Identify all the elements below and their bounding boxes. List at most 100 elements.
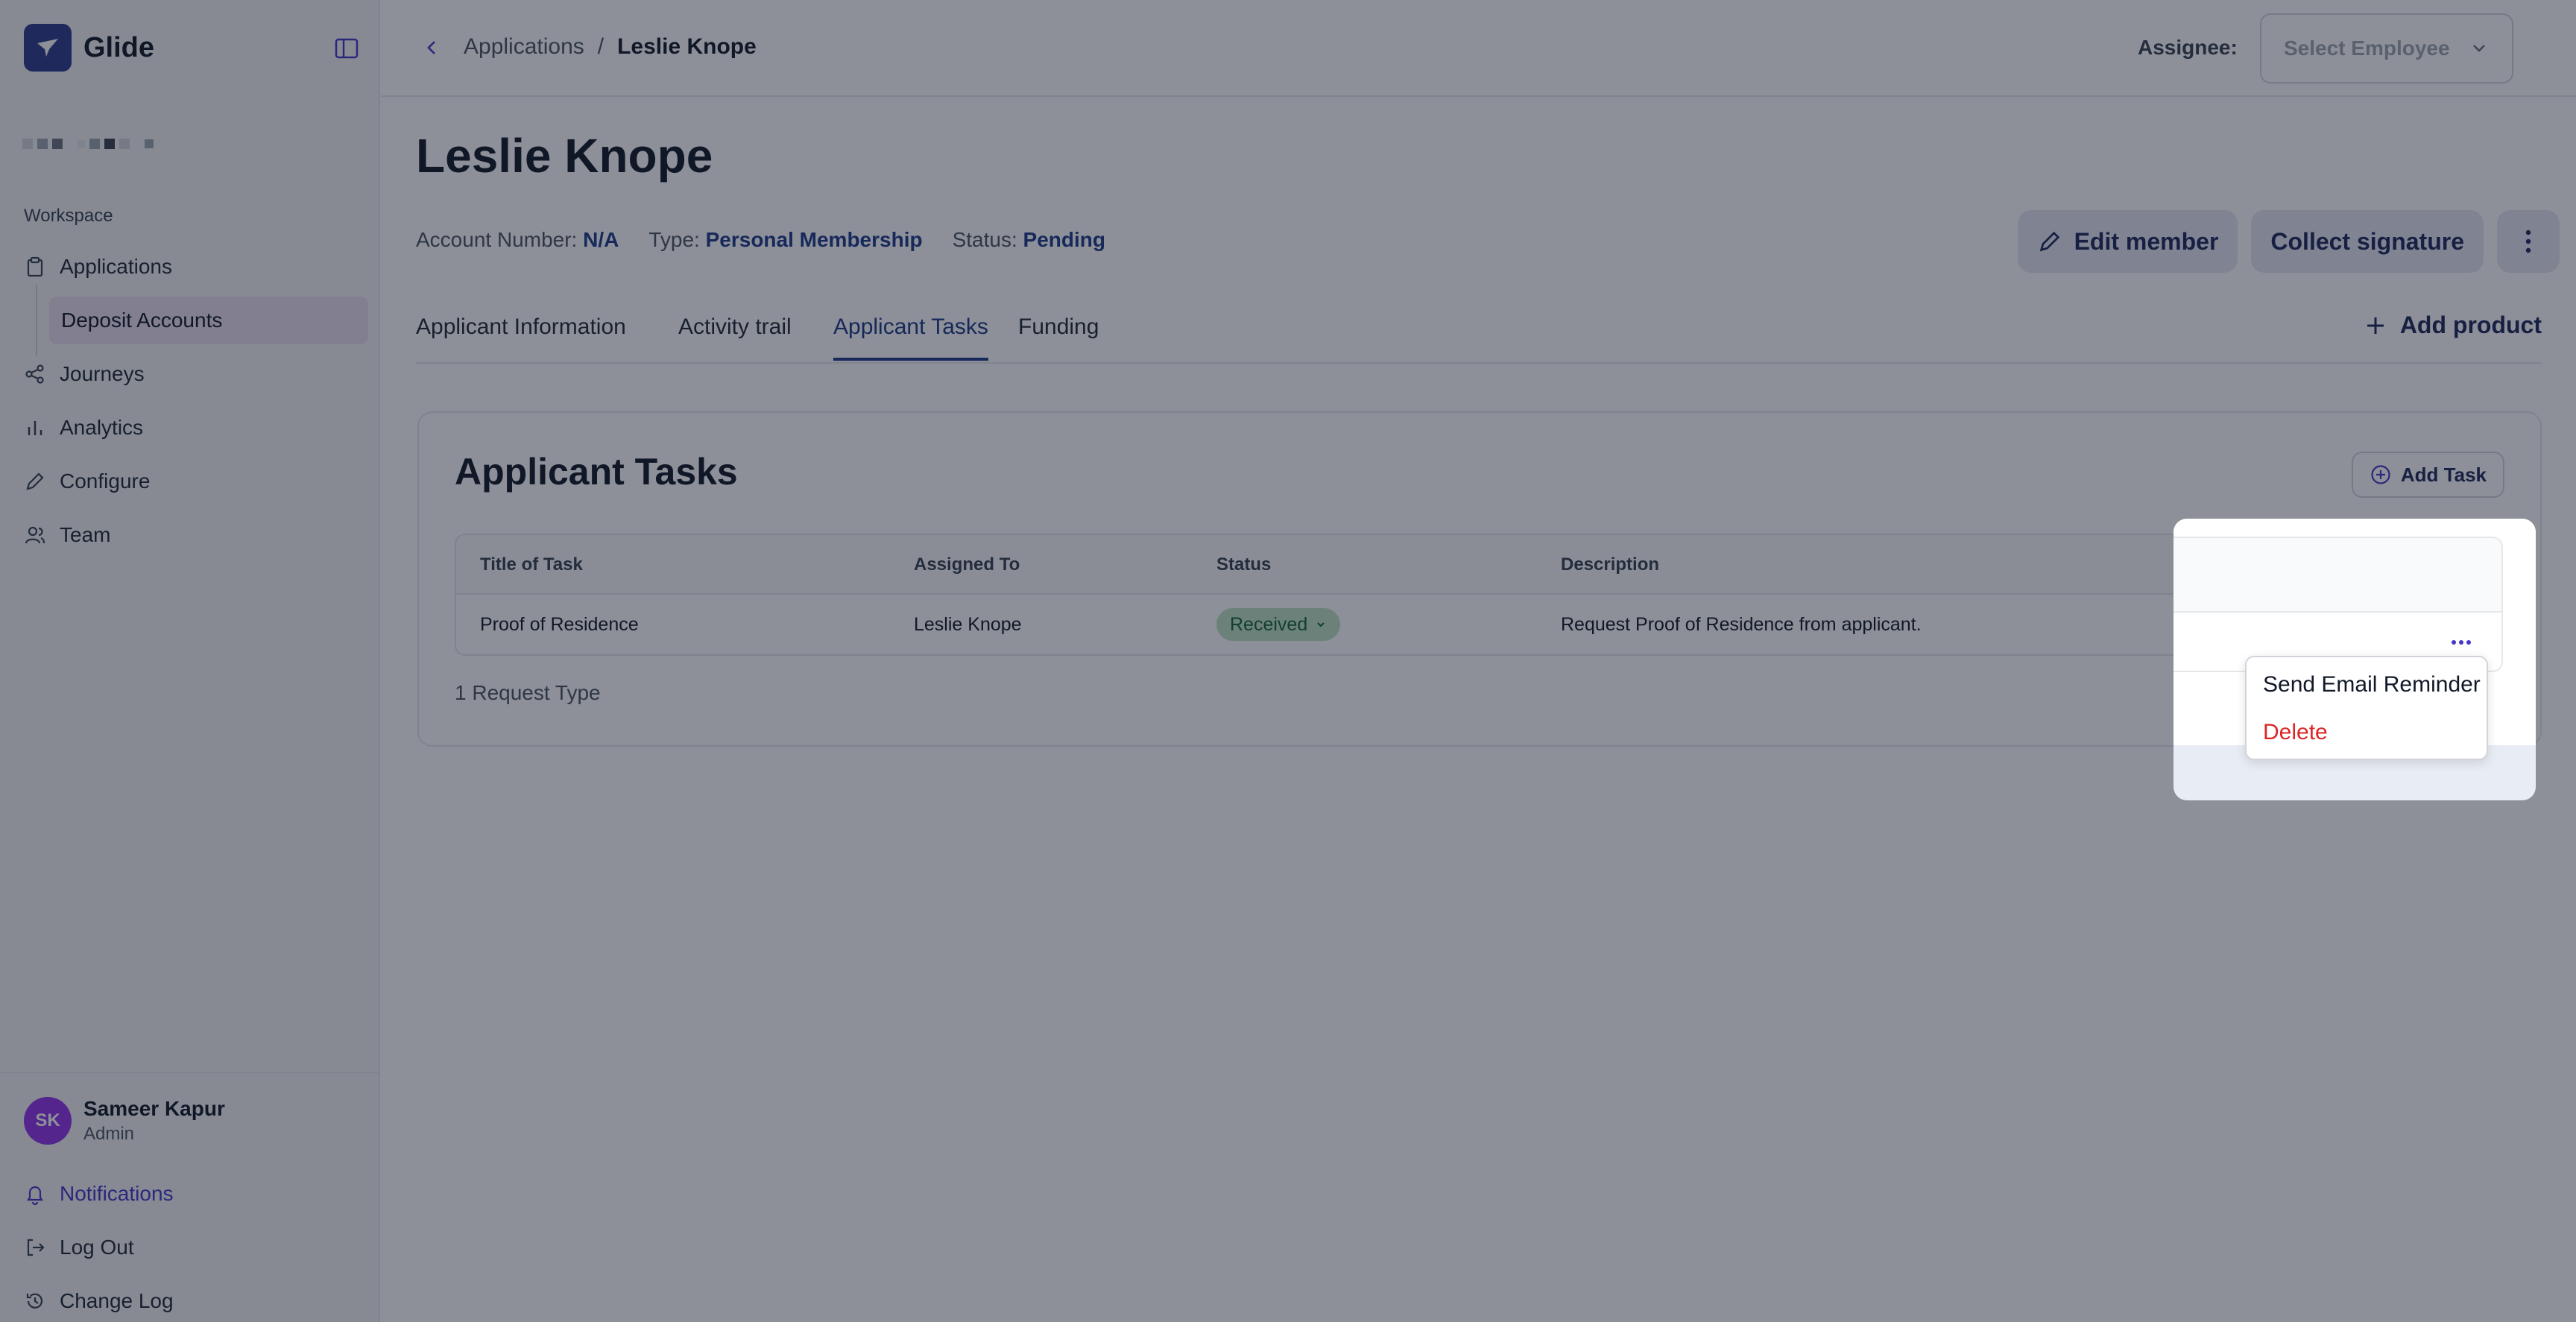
collect-signature-button[interactable]: Collect signature — [2251, 210, 2484, 273]
breadcrumb: Applications / Leslie Knope — [464, 34, 757, 60]
collect-signature-label: Collect signature — [2270, 227, 2464, 255]
workspace-label: Workspace — [24, 206, 113, 226]
sidebar-nav: Applications Deposit Accounts Journeys A… — [0, 240, 380, 562]
card-title: Applicant Tasks — [455, 451, 738, 493]
breadcrumb-separator: / — [597, 34, 604, 59]
add-task-button[interactable]: Add Task — [2351, 452, 2504, 498]
user-name: Sameer Kapur — [83, 1097, 225, 1120]
sidebar: Glide Workspace Applications Deposit Acc… — [0, 0, 380, 1322]
sidebar-item-label: Journeys — [60, 362, 145, 385]
column-header-status: Status — [1216, 554, 1272, 575]
sidebar-item-label: Analytics — [60, 416, 144, 439]
sidebar-item-label: Team — [60, 523, 111, 546]
member-type: Type: Personal Membership — [648, 228, 922, 252]
task-title: Proof of Residence — [480, 614, 639, 635]
sidebar-item-logout[interactable]: Log Out — [0, 1221, 380, 1274]
send-email-reminder-menu-item[interactable]: Send Email Reminder — [2263, 672, 2481, 698]
sidebar-item-configure[interactable]: Configure — [0, 455, 380, 508]
sidebar-item-label: Applications — [60, 255, 172, 278]
back-chevron-icon[interactable] — [419, 34, 446, 61]
edit-member-button[interactable]: Edit member — [2017, 210, 2238, 273]
logout-icon — [27, 1239, 45, 1256]
bell-icon — [26, 1186, 44, 1205]
sidebar-footer: SK Sameer Kapur Admin Notifications Log … — [0, 1072, 380, 1312]
top-bar: Applications / Leslie Knope Assignee: Se… — [382, 0, 2576, 97]
share-icon — [25, 364, 44, 384]
status-badge-label: Received — [1230, 613, 1308, 635]
subnav-line — [36, 285, 37, 356]
tabs: Applicant Information Activity trail App… — [416, 298, 2542, 364]
pencil-icon — [26, 472, 44, 490]
member-type-label: Type: — [648, 228, 700, 251]
row-actions-button[interactable] — [2446, 627, 2476, 657]
clipboard-icon — [27, 256, 43, 277]
sidebar-subnav: Deposit Accounts — [0, 285, 380, 356]
member-type-value: Personal Membership — [705, 228, 923, 251]
tab-applicant-tasks[interactable]: Applicant Tasks — [833, 314, 988, 361]
sidebar-item-journeys[interactable]: Journeys — [0, 347, 380, 401]
account-number-label: Account Number: — [416, 228, 578, 251]
sidebar-item-deposit-accounts[interactable]: Deposit Accounts — [49, 297, 368, 344]
row-actions-menu: Send Email Reminder Delete — [2245, 656, 2488, 760]
bar-chart-icon — [28, 421, 42, 435]
breadcrumb-current: Leslie Knope — [617, 34, 757, 59]
breadcrumb-applications[interactable]: Applications — [464, 34, 584, 60]
task-assigned-to: Leslie Knope — [914, 614, 1022, 635]
add-product-button[interactable]: Add product — [2364, 311, 2542, 339]
member-status-label: Status: — [952, 228, 1017, 251]
tab-activity-trail[interactable]: Activity trail — [678, 314, 792, 358]
more-horizontal-icon — [2452, 640, 2471, 645]
member-status-value: Pending — [1023, 228, 1105, 251]
more-actions-button[interactable] — [2497, 210, 2560, 273]
assignee-select-value: Select Employee — [2284, 37, 2450, 60]
sidebar-item-analytics[interactable]: Analytics — [0, 401, 380, 455]
sidebar-item-label: Configure — [60, 469, 151, 493]
page-title: Leslie Knope — [416, 129, 713, 183]
delete-menu-item[interactable]: Delete — [2263, 720, 2328, 745]
row-menu-spotlight: Send Email Reminder Delete — [2174, 519, 2536, 800]
user-profile[interactable]: SK Sameer Kapur Admin — [24, 1097, 225, 1145]
sidebar-item-label: Log Out — [60, 1236, 134, 1259]
assignee-label: Assignee: — [2138, 36, 2238, 59]
glide-logo-icon — [24, 24, 72, 72]
add-product-label: Add product — [2399, 311, 2542, 338]
task-description: Request Proof of Residence from applican… — [1561, 614, 1922, 635]
avatar: SK — [24, 1097, 72, 1145]
edit-member-label: Edit member — [2074, 227, 2219, 255]
more-vertical-icon — [2525, 230, 2531, 253]
sidebar-item-label: Notifications — [60, 1182, 174, 1205]
member-meta: Account Number: N/A Type: Personal Membe… — [416, 228, 1105, 252]
history-icon — [26, 1293, 43, 1309]
request-type-count: 1 Request Type — [455, 681, 601, 704]
sidebar-item-notifications[interactable]: Notifications — [0, 1167, 380, 1221]
organization-logo — [22, 139, 154, 149]
account-number-value: N/A — [583, 228, 619, 251]
column-header-description: Description — [1561, 554, 1660, 575]
sidebar-item-change-log[interactable]: Change Log — [0, 1274, 380, 1322]
account-number: Account Number: N/A — [416, 228, 619, 252]
plus-icon — [2367, 317, 2384, 334]
sidebar-bottom-nav: Notifications Log Out Change Log — [0, 1167, 380, 1322]
user-role: Admin — [83, 1124, 135, 1144]
member-actions: Edit member Collect signature — [2017, 210, 2560, 273]
sidebar-item-applications[interactable]: Applications — [0, 240, 380, 294]
column-header-title: Title of Task — [480, 554, 583, 575]
chevron-down-icon — [2473, 45, 2485, 52]
app-logo[interactable]: Glide — [24, 24, 154, 72]
spotlight-table-header — [2174, 537, 2503, 611]
tab-funding[interactable]: Funding — [1018, 314, 1099, 358]
sidebar-item-label: Change Log — [60, 1289, 174, 1312]
sidebar-item-team[interactable]: Team — [0, 508, 380, 562]
add-task-label: Add Task — [2400, 463, 2487, 486]
status-badge[interactable]: Received — [1216, 608, 1341, 641]
pencil-icon — [2039, 231, 2059, 252]
assignee-select[interactable]: Select Employee — [2260, 13, 2513, 83]
column-header-assigned-to: Assigned To — [914, 554, 1020, 575]
tab-applicant-information[interactable]: Applicant Information — [416, 314, 626, 358]
plus-circle-icon — [2371, 465, 2390, 484]
member-status: Status: Pending — [953, 228, 1105, 252]
app-name: Glide — [83, 31, 155, 63]
users-icon — [25, 526, 45, 544]
chevron-down-icon — [1317, 622, 1325, 627]
sidebar-collapse-icon[interactable] — [334, 36, 359, 61]
